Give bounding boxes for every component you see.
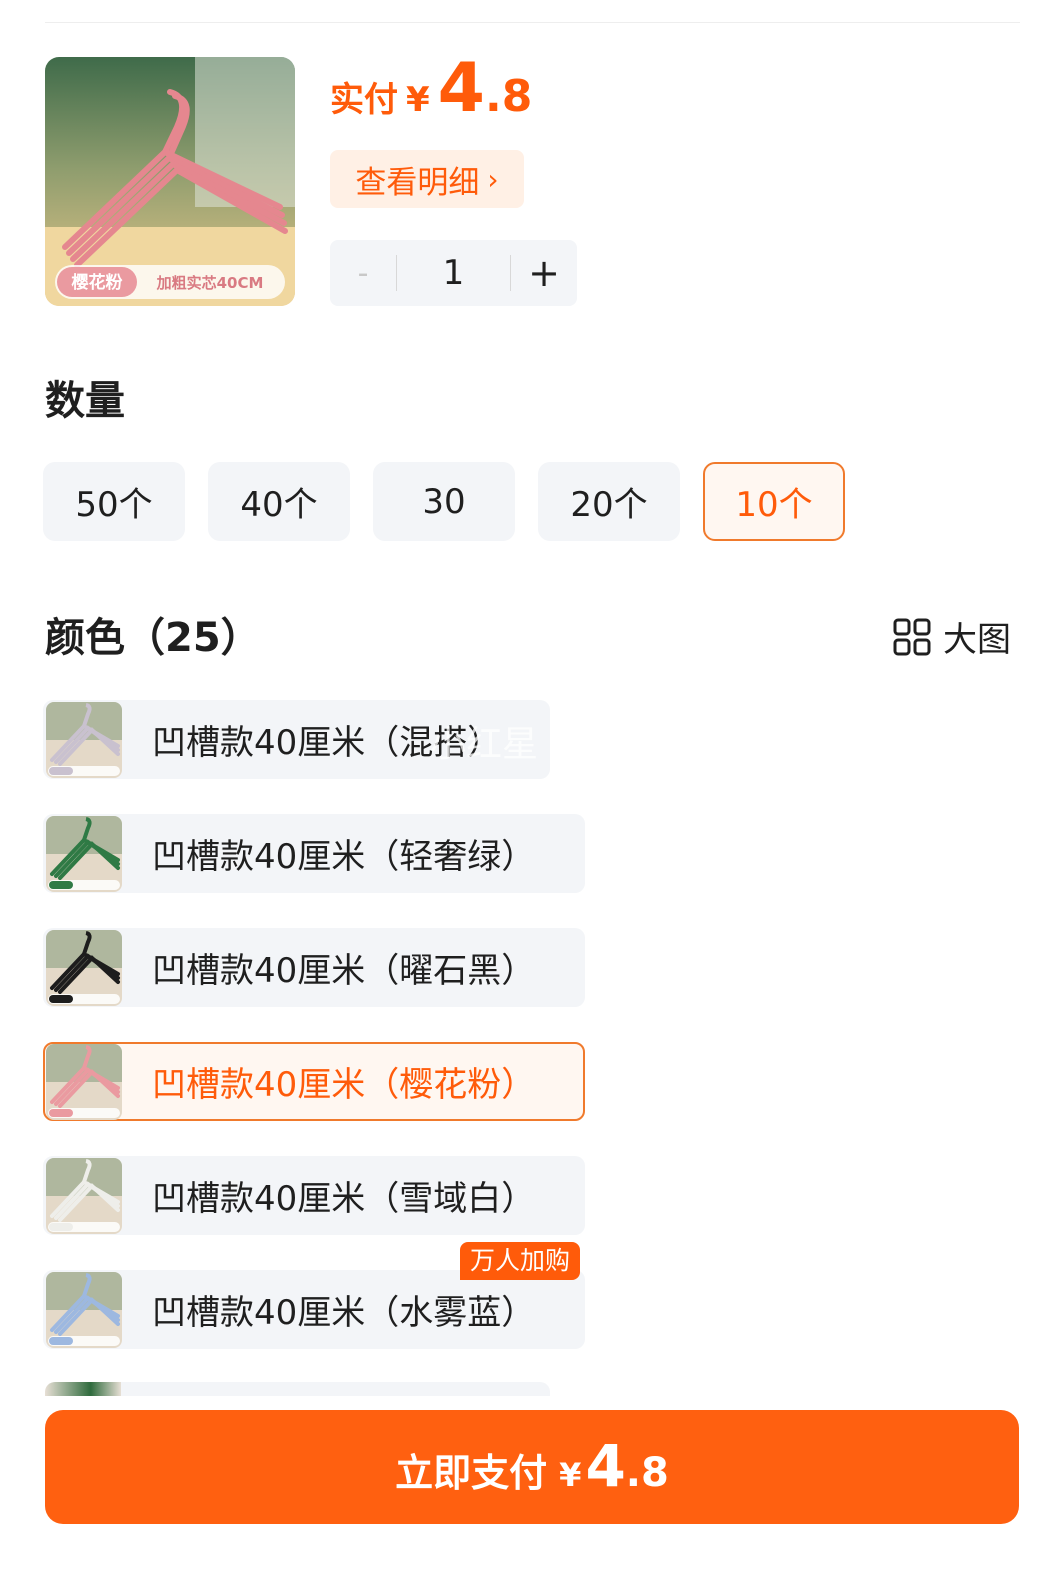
decrement-button[interactable]: - <box>330 240 396 306</box>
quantity-option-10[interactable]: 10个 <box>703 462 845 541</box>
color-thumb <box>46 1157 122 1234</box>
pay-price-integer: 4 <box>585 1432 626 1500</box>
thumb-tag-color: 樱花粉 <box>72 272 123 293</box>
quantity-value[interactable]: 1 <box>397 253 510 293</box>
color-option-label: 凹槽款40厘米（曜石黑） <box>152 951 536 991</box>
price-decimal: .8 <box>485 71 533 122</box>
price-label: 实付 <box>330 80 398 120</box>
quantity-option-20[interactable]: 20个 <box>538 462 680 541</box>
color-thumb <box>46 815 122 892</box>
color-option-label: 凹槽款40厘米（轻奢绿） <box>152 837 536 877</box>
view-details-label: 查看明细 <box>355 164 480 201</box>
product-image: 樱花粉 加粗实芯40CM <box>45 57 295 306</box>
quantity-section-title: 数量 <box>45 378 125 424</box>
color-option-partial[interactable] <box>45 1382 550 1396</box>
pay-price-decimal: .8 <box>625 1450 669 1496</box>
color-thumb <box>45 1382 121 1396</box>
big-image-toggle[interactable]: 大图 <box>893 612 1011 661</box>
big-image-label: 大图 <box>943 620 1011 660</box>
quantity-options: 50个 40个 30 20个 10个 <box>43 462 845 541</box>
pay-now-button[interactable]: 立即支付 ¥ 4 .8 <box>45 1410 1019 1524</box>
color-option-mixed[interactable]: 凹槽款40厘米（混搭） <box>43 700 550 779</box>
color-option-pink[interactable]: 凹槽款40厘米（樱花粉） <box>43 1042 585 1121</box>
quantity-option-50[interactable]: 50个 <box>43 462 185 541</box>
chevron-right-icon: › <box>487 162 499 196</box>
color-option-blue[interactable]: 凹槽款40厘米（水雾蓝） 万人加购 <box>43 1242 585 1349</box>
color-section-title: 颜色（25） <box>45 615 261 661</box>
color-option-label: 凹槽款40厘米（混搭） <box>152 723 502 763</box>
color-option-label: 凹槽款40厘米（雪域白） <box>152 1179 536 1219</box>
top-divider <box>45 22 1020 23</box>
quantity-option-40[interactable]: 40个 <box>208 462 350 541</box>
pay-now-label: 立即支付 <box>395 1451 548 1495</box>
quantity-option-30[interactable]: 30 <box>373 462 515 541</box>
color-thumb <box>46 929 122 1006</box>
color-thumb <box>46 1271 122 1348</box>
color-option-black[interactable]: 凹槽款40厘米（曜石黑） <box>43 928 585 1007</box>
grid-icon <box>893 618 931 655</box>
color-option-label: 凹槽款40厘米（水雾蓝） <box>152 1293 536 1333</box>
thumb-tag-spec: 加粗实芯40CM <box>156 274 264 292</box>
paid-price: 实付 ¥ 4 .8 <box>330 55 532 130</box>
price-integer: 4 <box>437 49 485 128</box>
pay-currency: ¥ <box>559 1456 582 1494</box>
color-option-label: 凹槽款40厘米（樱花粉） <box>152 1065 536 1105</box>
price-currency: ¥ <box>406 80 430 120</box>
color-thumb <box>46 1043 122 1120</box>
color-options: 凹槽款40厘米（混搭） 凹槽款40厘米（轻奢绿） 凹槽款40厘米（曜石黑） 凹槽… <box>43 700 603 1384</box>
color-option-white[interactable]: 凹槽款40厘米（雪域白） <box>43 1156 585 1235</box>
color-thumb <box>46 701 122 778</box>
popular-badge: 万人加购 <box>459 1242 580 1280</box>
increment-button[interactable]: + <box>511 240 577 306</box>
color-option-green[interactable]: 凹槽款40厘米（轻奢绿） <box>43 814 585 893</box>
view-details-button[interactable]: 查看明细 › <box>330 150 524 208</box>
quantity-stepper: - 1 + <box>330 240 577 306</box>
